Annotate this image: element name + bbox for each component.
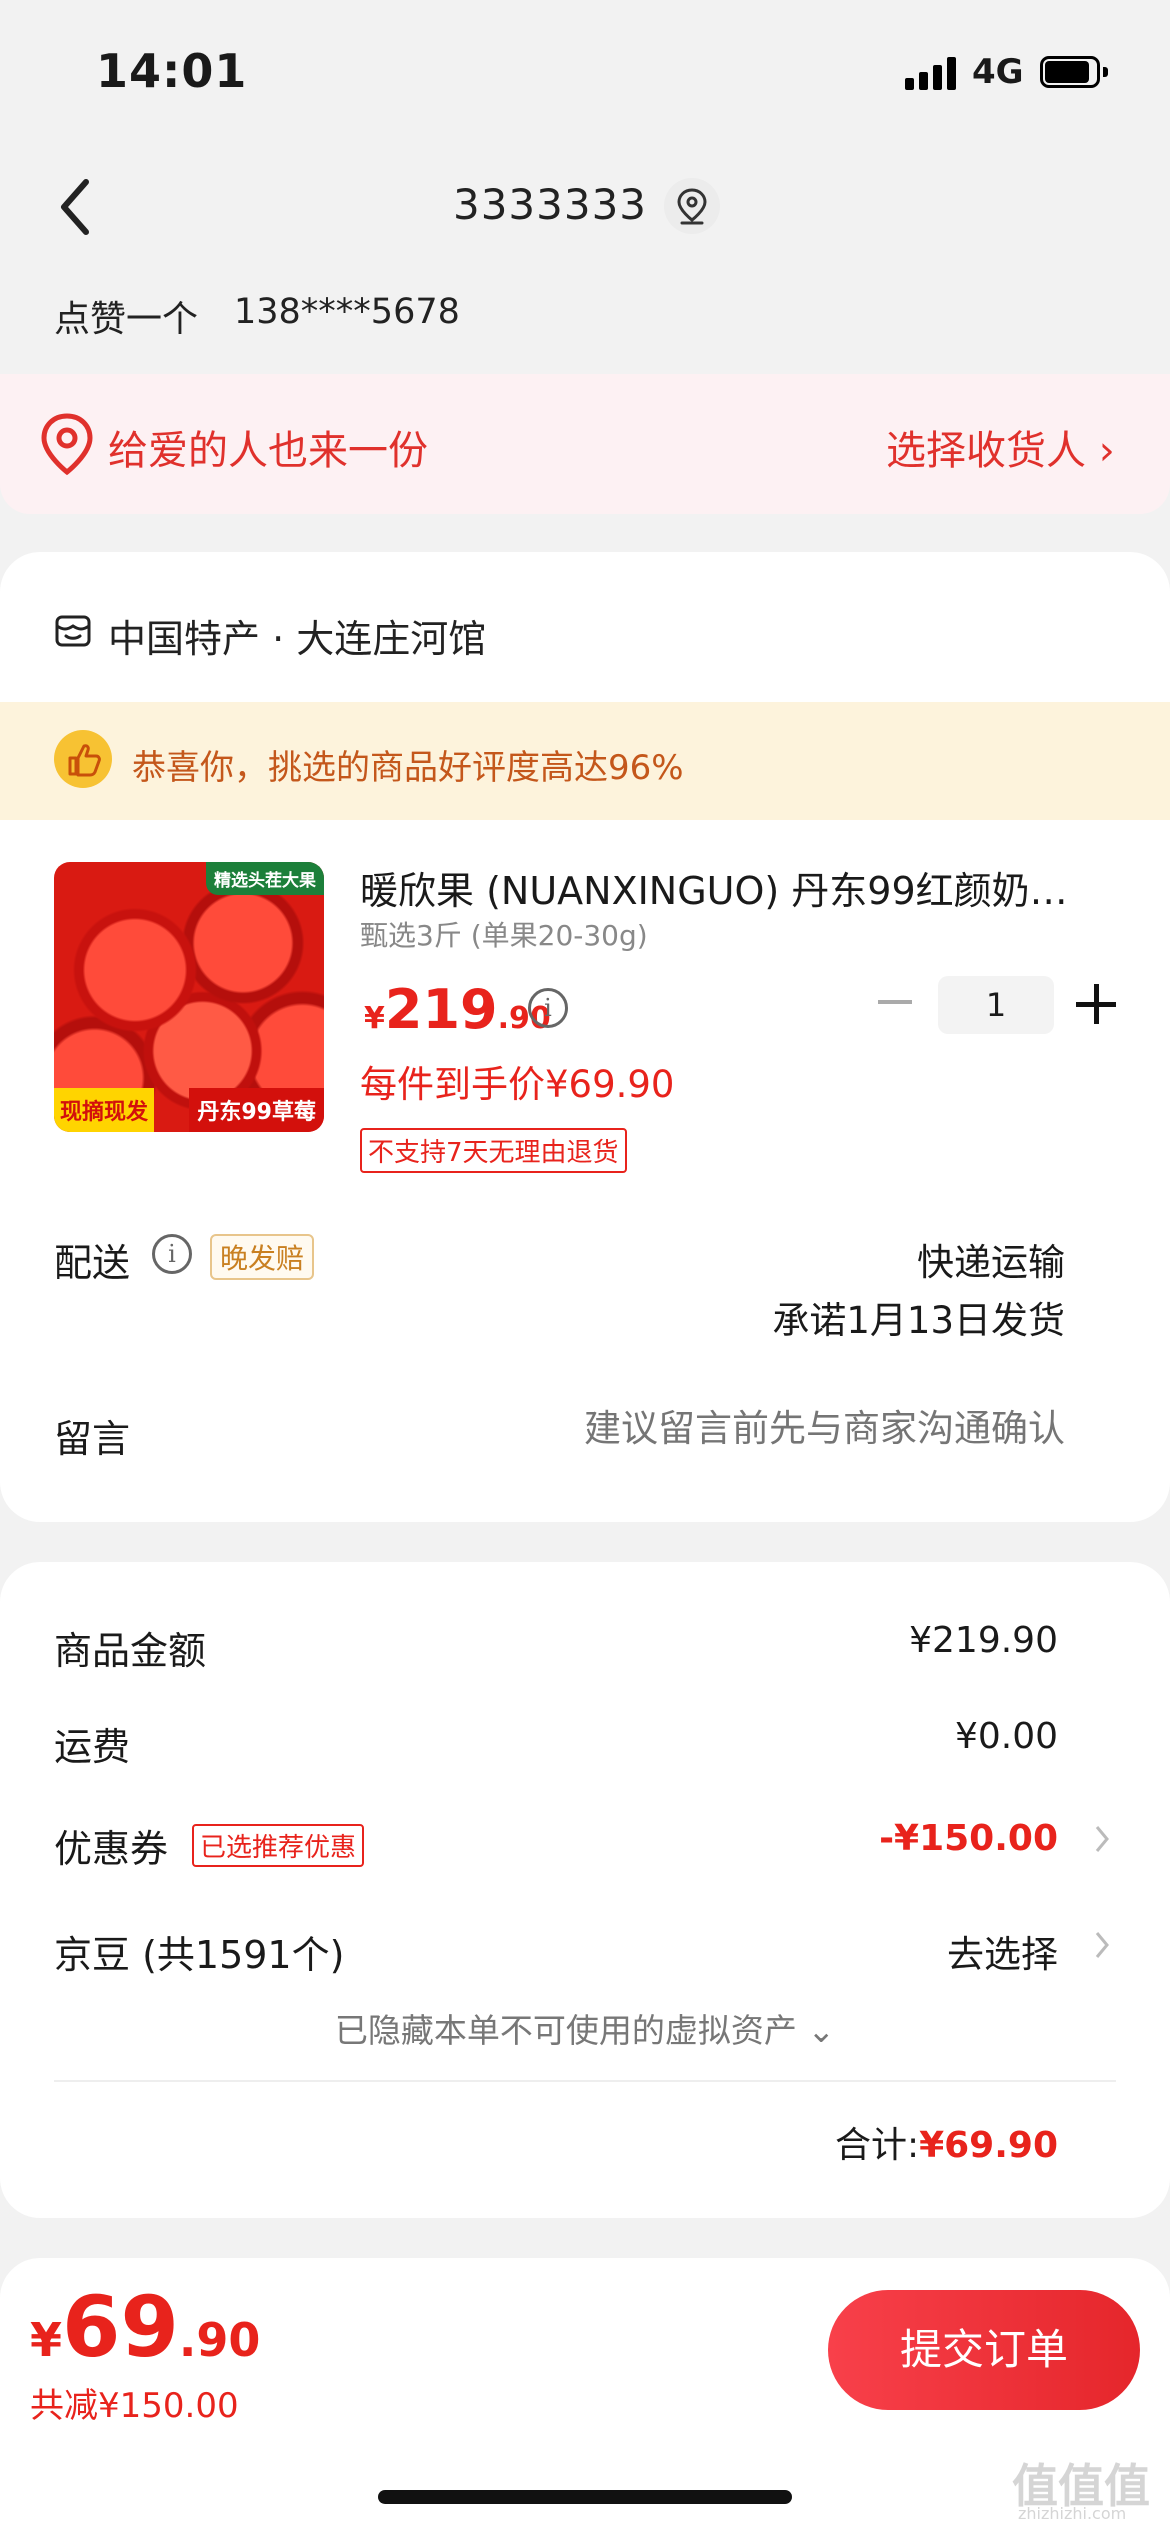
remark-label: 留言	[54, 1417, 131, 1461]
divider	[54, 2080, 1116, 2082]
quantity-minus-button[interactable]	[874, 980, 918, 1024]
home-indicator[interactable]	[378, 2490, 792, 2504]
location-pin-icon	[677, 188, 707, 225]
late-delivery-compensation-tag: 晚发赔	[210, 1234, 315, 1280]
submit-order-button[interactable]: 提交订单	[828, 2290, 1140, 2410]
address-title[interactable]: 3333333	[400, 180, 700, 229]
price-info-icon[interactable]: i	[528, 988, 568, 1028]
chevron-right-icon[interactable]	[1092, 1822, 1112, 1856]
praise-text: 恭喜你，挑选的商品好评度高达96%	[132, 748, 684, 788]
delivery-promise: 承诺1月13日发货	[772, 1299, 1065, 1342]
image-badge-left: 现摘现发	[54, 1088, 155, 1132]
payable-integer: 69	[62, 2278, 179, 2376]
chevron-right-icon[interactable]	[1092, 1928, 1112, 1962]
order-total: 合计:¥69.90	[700, 2116, 1058, 2168]
goods-amount-value: ¥219.90	[909, 1620, 1058, 1661]
quantity-plus-button[interactable]	[1076, 984, 1116, 1024]
quantity-value[interactable]: 1	[938, 976, 1054, 1034]
product-image[interactable]: 精选头茬大果 现摘现发 丹东99草莓	[54, 862, 324, 1132]
jd-beans-select[interactable]: 去选择	[800, 1924, 1058, 1978]
back-icon[interactable]	[52, 172, 102, 242]
payable-currency: ¥	[30, 2313, 63, 2367]
product-title[interactable]: 暖欣果 (NUANXINGUO) 丹东99红颜奶…	[360, 860, 1120, 915]
remark-input[interactable]	[480, 1408, 1065, 1450]
jd-beans-label[interactable]: 京豆 (共1591个)	[54, 1924, 344, 1979]
contact-name: 点赞一个	[54, 299, 199, 340]
watermark-url: zhizhizhi.com	[1018, 2504, 1127, 2523]
coupon-tag: 已选推荐优惠	[192, 1824, 365, 1867]
product-price: ¥219.90	[364, 978, 551, 1041]
shipping-value: ¥0.00	[954, 1716, 1058, 1757]
return-policy-tag: 不支持7天无理由退货	[360, 1128, 627, 1173]
signal-icon	[905, 56, 957, 90]
gift-location-pin-icon	[38, 412, 96, 476]
payable-price: ¥69.90	[30, 2278, 260, 2376]
shipping-label: 运费	[54, 1725, 131, 1769]
gift-text: 给爱的人也来一份	[108, 428, 428, 474]
delivery-info-icon[interactable]: i	[152, 1234, 192, 1274]
total-value: ¥69.90	[919, 2125, 1058, 2166]
image-badge-top: 精选头茬大果	[206, 862, 324, 895]
shop-icon	[54, 612, 92, 650]
network-label: 4G	[972, 52, 1024, 92]
image-badge-right: 丹东99草莓	[189, 1088, 324, 1132]
thumbs-up-icon	[54, 730, 112, 788]
status-time: 14:01	[96, 44, 248, 98]
product-spec: 甄选3斤 (单果20-30g)	[360, 919, 648, 952]
payable-decimal: .90	[178, 2313, 261, 2367]
per-item-price: 每件到手价¥69.90	[360, 1063, 675, 1106]
goods-amount-label: 商品金额	[54, 1629, 207, 1673]
coupon-label[interactable]: 优惠券	[54, 1818, 168, 1873]
price-integer: 219	[384, 978, 498, 1041]
select-receiver-link[interactable]: 选择收货人 ›	[886, 418, 1115, 476]
delivery-label: 配送	[54, 1241, 131, 1285]
shop-name[interactable]: 中国特产 · 大连庄河馆	[108, 608, 486, 663]
savings-text: 共减¥150.00	[30, 2386, 239, 2426]
hidden-assets-toggle[interactable]: 已隐藏本单不可使用的虚拟资产 ⌄	[0, 2004, 1170, 2052]
location-pin-button[interactable]	[664, 178, 720, 234]
contact-phone: 138****5678	[234, 292, 460, 332]
total-label: 合计:	[834, 2125, 920, 2166]
delivery-method[interactable]: 快递运输	[700, 1232, 1065, 1286]
coupon-value[interactable]: -¥150.00	[800, 1818, 1058, 1859]
price-currency: ¥	[364, 1001, 385, 1036]
battery-icon	[1040, 56, 1108, 88]
